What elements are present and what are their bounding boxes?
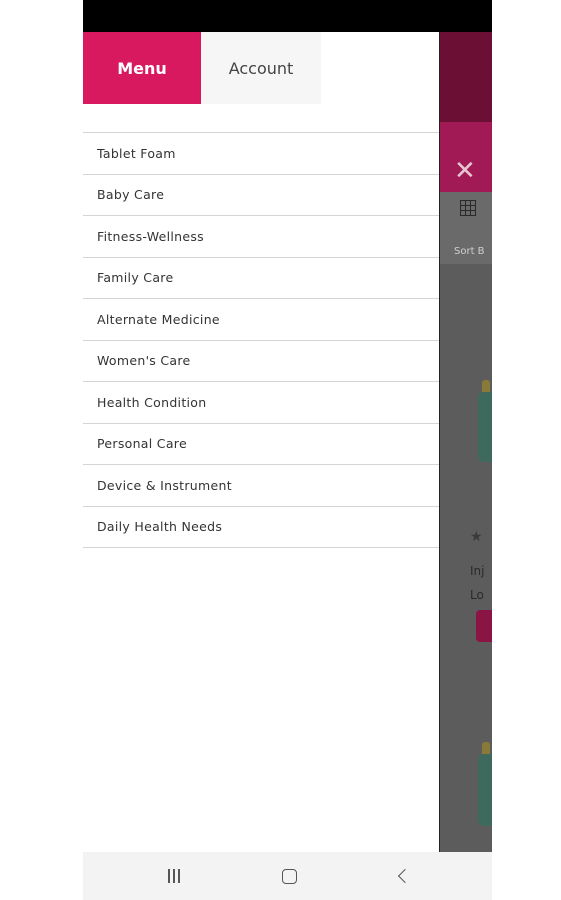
background-header [440,32,492,122]
menu-item-personal-care[interactable]: Personal Care [83,424,439,465]
tab-menu[interactable]: Menu [83,32,201,104]
product-name-fragment: Inj [470,564,485,578]
product-image [478,380,492,462]
status-bar [83,0,492,32]
category-menu-list: Tablet Foam Baby Care Fitness-Wellness F… [83,132,439,548]
home-button[interactable] [259,852,319,900]
phone-screen: ✕ Sort B ★ Inj Lo Menu Account Tablet Fo… [83,0,492,900]
product-image [478,742,492,826]
product-desc-fragment: Lo [470,588,484,602]
close-icon[interactable]: ✕ [454,158,476,184]
add-to-cart-button[interactable] [476,610,492,642]
grid-view-icon[interactable] [460,200,476,216]
sort-by-label[interactable]: Sort B [454,246,485,257]
menu-item-alternate-medicine[interactable]: Alternate Medicine [83,299,439,341]
background-page: ✕ Sort B ★ Inj Lo [440,32,492,852]
back-button[interactable] [375,852,435,900]
menu-item-daily-health-needs[interactable]: Daily Health Needs [83,507,439,548]
recent-apps-button[interactable] [144,852,204,900]
menu-item-family-care[interactable]: Family Care [83,258,439,299]
drawer-tabs: Menu Account [83,32,439,104]
menu-item-baby-care[interactable]: Baby Care [83,175,439,216]
menu-item-womens-care[interactable]: Women's Care [83,341,439,382]
menu-item-tablet-foam[interactable]: Tablet Foam [83,133,439,175]
menu-item-device-instrument[interactable]: Device & Instrument [83,465,439,507]
home-icon [281,868,297,884]
recent-apps-icon [168,869,180,883]
back-icon [397,868,413,884]
menu-item-health-condition[interactable]: Health Condition [83,382,439,424]
menu-item-fitness-wellness[interactable]: Fitness-Wellness [83,216,439,258]
star-icon: ★ [470,529,483,545]
tab-account[interactable]: Account [201,32,321,104]
navigation-drawer: Menu Account Tablet Foam Baby Care Fitne… [83,32,440,852]
system-navigation-bar [83,852,492,900]
